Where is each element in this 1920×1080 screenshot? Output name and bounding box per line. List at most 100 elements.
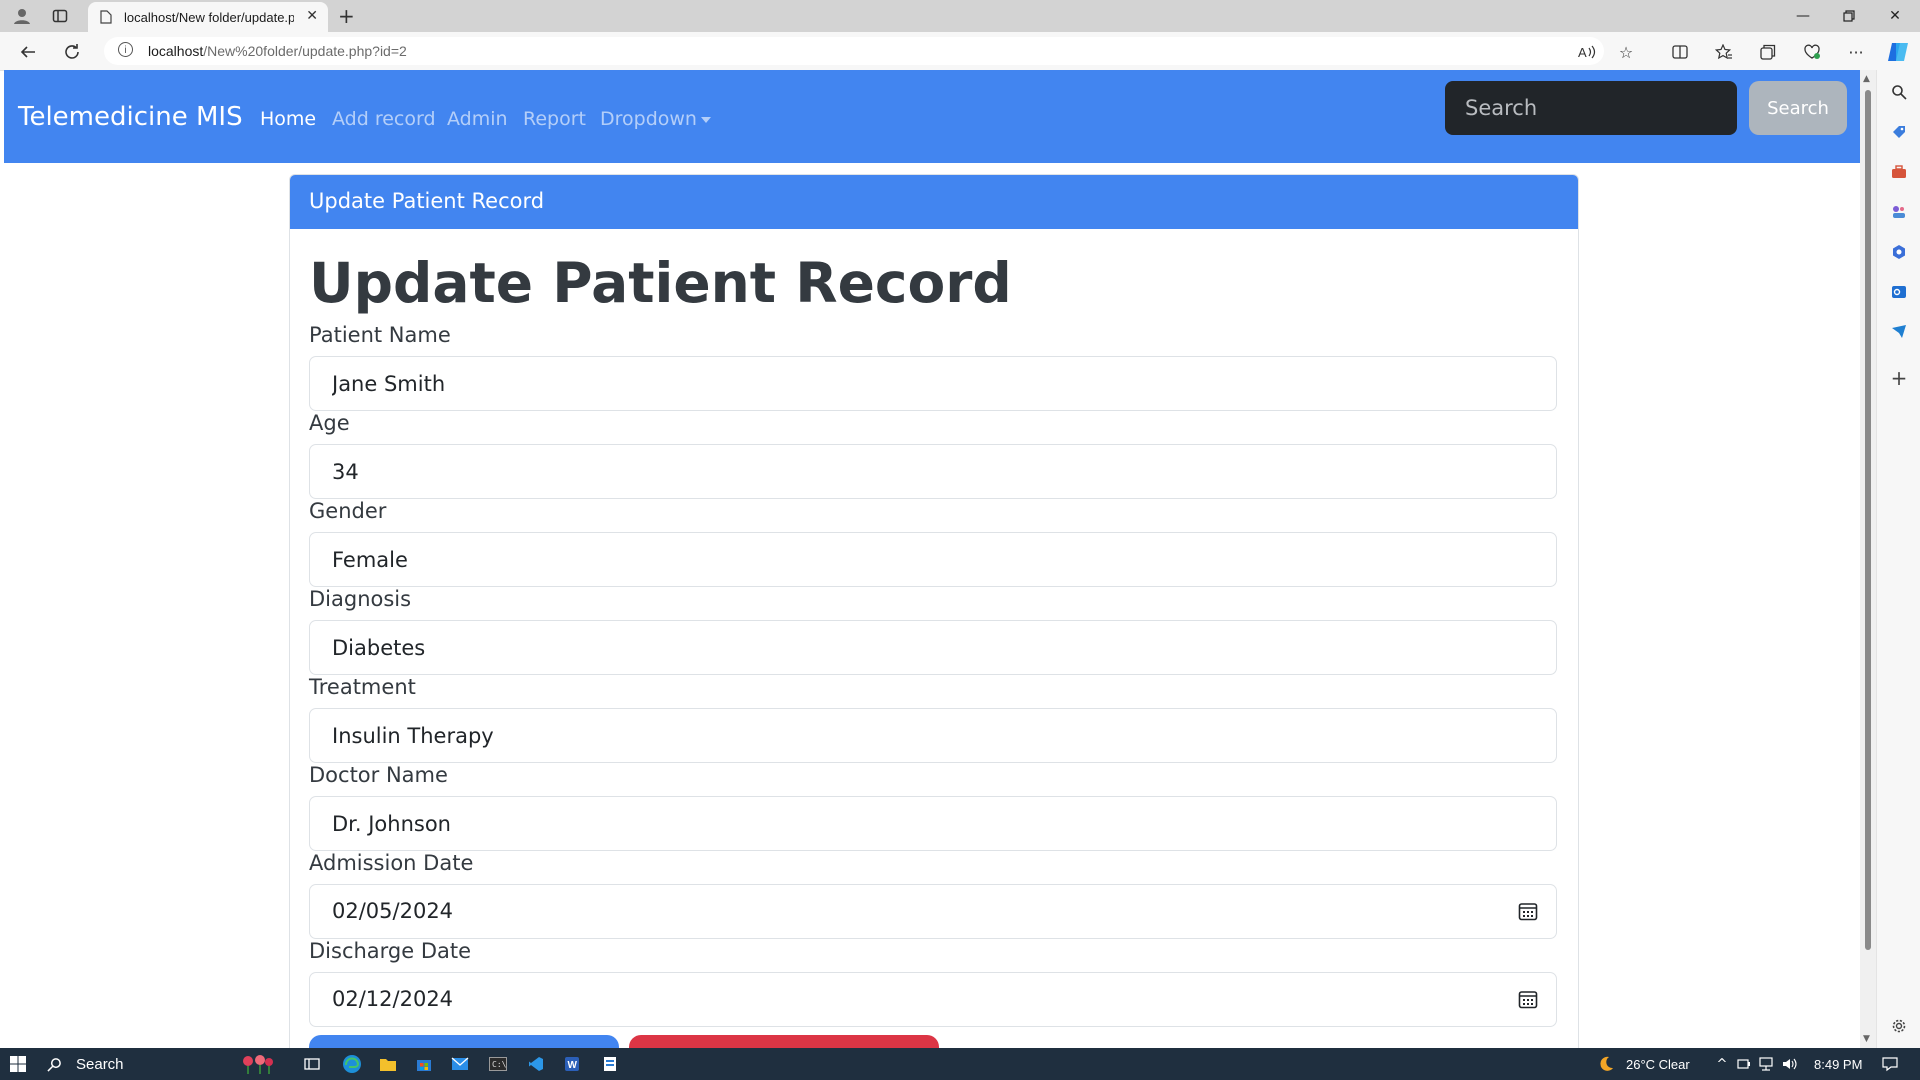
page-icon bbox=[100, 10, 112, 24]
url-text: localhost/New%20folder/update.php?id=2 bbox=[148, 43, 407, 59]
gender-label: Gender bbox=[309, 499, 387, 523]
cancel-button[interactable] bbox=[629, 1035, 939, 1048]
diagnosis-field[interactable] bbox=[309, 620, 1557, 675]
tools-briefcase-icon[interactable] bbox=[1889, 162, 1909, 182]
close-window-icon[interactable]: ✕ bbox=[1872, 2, 1918, 30]
collections-icon[interactable] bbox=[1756, 40, 1780, 64]
diagnosis-label: Diagnosis bbox=[309, 587, 412, 611]
submit-button[interactable] bbox=[309, 1035, 619, 1048]
navbar-search-input[interactable] bbox=[1445, 81, 1737, 135]
clock-time[interactable]: 8:49 PM bbox=[1814, 1057, 1862, 1072]
browser-tab-active[interactable]: localhost/New folder/update.php ✕ bbox=[88, 2, 328, 32]
svg-text:C:\: C:\ bbox=[492, 1060, 507, 1069]
read-aloud-icon[interactable]: A bbox=[1575, 40, 1599, 64]
scroll-down-icon[interactable]: ▼ bbox=[1863, 1034, 1870, 1044]
age-field[interactable] bbox=[309, 444, 1557, 499]
outlook-icon[interactable] bbox=[1889, 282, 1909, 302]
back-icon[interactable] bbox=[16, 40, 40, 64]
taskbar-search-label[interactable]: Search bbox=[76, 1056, 124, 1073]
treatment-field[interactable] bbox=[309, 708, 1557, 763]
scroll-thumb[interactable] bbox=[1865, 90, 1871, 950]
xampp-icon[interactable] bbox=[600, 1054, 620, 1074]
url-field[interactable]: i localhost/New%20folder/update.php?id=2 bbox=[104, 37, 1604, 65]
caret-down-icon bbox=[700, 116, 711, 123]
windows-taskbar: Search C:\ W 26°C Clear ^ 8:49 PM bbox=[0, 1048, 1920, 1080]
navbar-brand[interactable]: Telemedicine MIS bbox=[18, 102, 243, 132]
refresh-icon[interactable] bbox=[60, 40, 84, 64]
sidebar-settings-gear-icon[interactable] bbox=[1889, 1016, 1909, 1036]
sidebar-search-icon[interactable] bbox=[1889, 82, 1909, 102]
vscode-icon[interactable] bbox=[526, 1054, 546, 1074]
browser-essentials-icon[interactable] bbox=[1800, 40, 1824, 64]
tray-chevron-up-icon[interactable]: ^ bbox=[1712, 1054, 1732, 1074]
split-screen-icon[interactable] bbox=[1668, 40, 1692, 64]
svg-text:W: W bbox=[568, 1060, 578, 1071]
nav-link-report[interactable]: Report bbox=[523, 108, 586, 130]
weather-text[interactable]: 26°C Clear bbox=[1626, 1057, 1690, 1072]
tray-battery-icon[interactable] bbox=[1734, 1054, 1754, 1074]
page-title: Update Patient Record bbox=[309, 251, 1012, 315]
admission-date-label: Admission Date bbox=[309, 851, 474, 875]
doctor-name-field[interactable] bbox=[309, 796, 1557, 851]
nav-link-home[interactable]: Home bbox=[260, 108, 316, 130]
admission-date-value: 02/05/2024 bbox=[332, 899, 454, 923]
site-navbar: Telemedicine MIS Home Add record Admin R… bbox=[4, 70, 1860, 163]
address-bar-row: i localhost/New%20folder/update.php?id=2… bbox=[0, 32, 1920, 71]
page-viewport: Telemedicine MIS Home Add record Admin R… bbox=[4, 70, 1860, 1048]
scroll-up-icon[interactable]: ▲ bbox=[1863, 74, 1870, 84]
microsoft-365-icon[interactable] bbox=[1889, 242, 1909, 262]
task-view-icon[interactable] bbox=[302, 1054, 322, 1074]
discharge-date-value: 02/12/2024 bbox=[332, 987, 454, 1011]
nav-dropdown-label: Dropdown bbox=[600, 108, 697, 130]
page-scrollbar[interactable]: ▲ ▼ bbox=[1860, 70, 1876, 1048]
tray-volume-icon[interactable] bbox=[1780, 1054, 1800, 1074]
admission-date-field[interactable]: 02/05/2024 bbox=[309, 884, 1557, 939]
close-tab-icon[interactable]: ✕ bbox=[306, 8, 318, 24]
discharge-date-label: Discharge Date bbox=[309, 939, 472, 963]
doctor-name-label: Doctor Name bbox=[309, 763, 448, 787]
new-tab-icon[interactable]: + bbox=[338, 4, 355, 28]
calendar-icon[interactable] bbox=[1518, 989, 1538, 1009]
navbar-search-button[interactable]: Search bbox=[1749, 81, 1847, 135]
svg-text:A: A bbox=[1578, 45, 1587, 60]
discharge-date-field[interactable]: 02/12/2024 bbox=[309, 972, 1557, 1027]
restore-icon[interactable] bbox=[1826, 2, 1872, 30]
microsoft-store-icon[interactable] bbox=[414, 1054, 434, 1074]
flowers-decoration-icon bbox=[240, 1054, 276, 1074]
card-header-title: Update Patient Record bbox=[309, 189, 545, 213]
nav-dropdown[interactable]: Dropdown bbox=[600, 108, 711, 130]
file-explorer-icon[interactable] bbox=[378, 1054, 398, 1074]
terminal-icon[interactable]: C:\ bbox=[488, 1054, 508, 1074]
site-info-icon[interactable]: i bbox=[118, 42, 133, 57]
nav-link-add-record[interactable]: Add record bbox=[332, 108, 436, 130]
browser-tab-bar: localhost/New folder/update.php ✕ + — ✕ bbox=[0, 0, 1920, 32]
workspaces-icon[interactable] bbox=[48, 4, 72, 28]
games-icon[interactable] bbox=[1889, 202, 1909, 222]
edge-browser-taskbar-icon[interactable] bbox=[340, 1054, 364, 1074]
notifications-icon[interactable] bbox=[1880, 1054, 1900, 1074]
patient-name-label: Patient Name bbox=[309, 323, 451, 347]
patient-name-field[interactable] bbox=[309, 356, 1557, 411]
nav-link-admin[interactable]: Admin bbox=[447, 108, 508, 130]
tab-title: localhost/New folder/update.php bbox=[124, 9, 294, 25]
favorite-star-icon[interactable]: ☆ bbox=[1614, 40, 1638, 64]
profile-icon[interactable] bbox=[10, 4, 34, 28]
mail-icon[interactable] bbox=[450, 1054, 470, 1074]
edge-sidebar: + bbox=[1876, 70, 1920, 1048]
send-icon[interactable] bbox=[1889, 322, 1909, 342]
shopping-tag-icon[interactable] bbox=[1889, 122, 1909, 142]
calendar-icon[interactable] bbox=[1518, 901, 1538, 921]
minimize-icon[interactable]: — bbox=[1780, 2, 1826, 30]
gender-field[interactable] bbox=[309, 532, 1557, 587]
update-record-card: Update Patient Record Update Patient Rec… bbox=[289, 174, 1579, 1048]
more-options-icon[interactable]: ··· bbox=[1844, 40, 1868, 64]
card-header: Update Patient Record bbox=[290, 175, 1578, 229]
weather-moon-icon[interactable] bbox=[1596, 1054, 1616, 1074]
favorites-icon[interactable] bbox=[1712, 40, 1736, 64]
add-sidebar-app-icon[interactable]: + bbox=[1889, 366, 1909, 390]
copilot-icon[interactable] bbox=[1884, 40, 1912, 64]
tray-network-icon[interactable] bbox=[1756, 1054, 1776, 1074]
word-icon[interactable]: W bbox=[562, 1054, 582, 1074]
windows-start-icon[interactable] bbox=[8, 1054, 28, 1074]
taskbar-search-icon[interactable] bbox=[44, 1054, 64, 1074]
